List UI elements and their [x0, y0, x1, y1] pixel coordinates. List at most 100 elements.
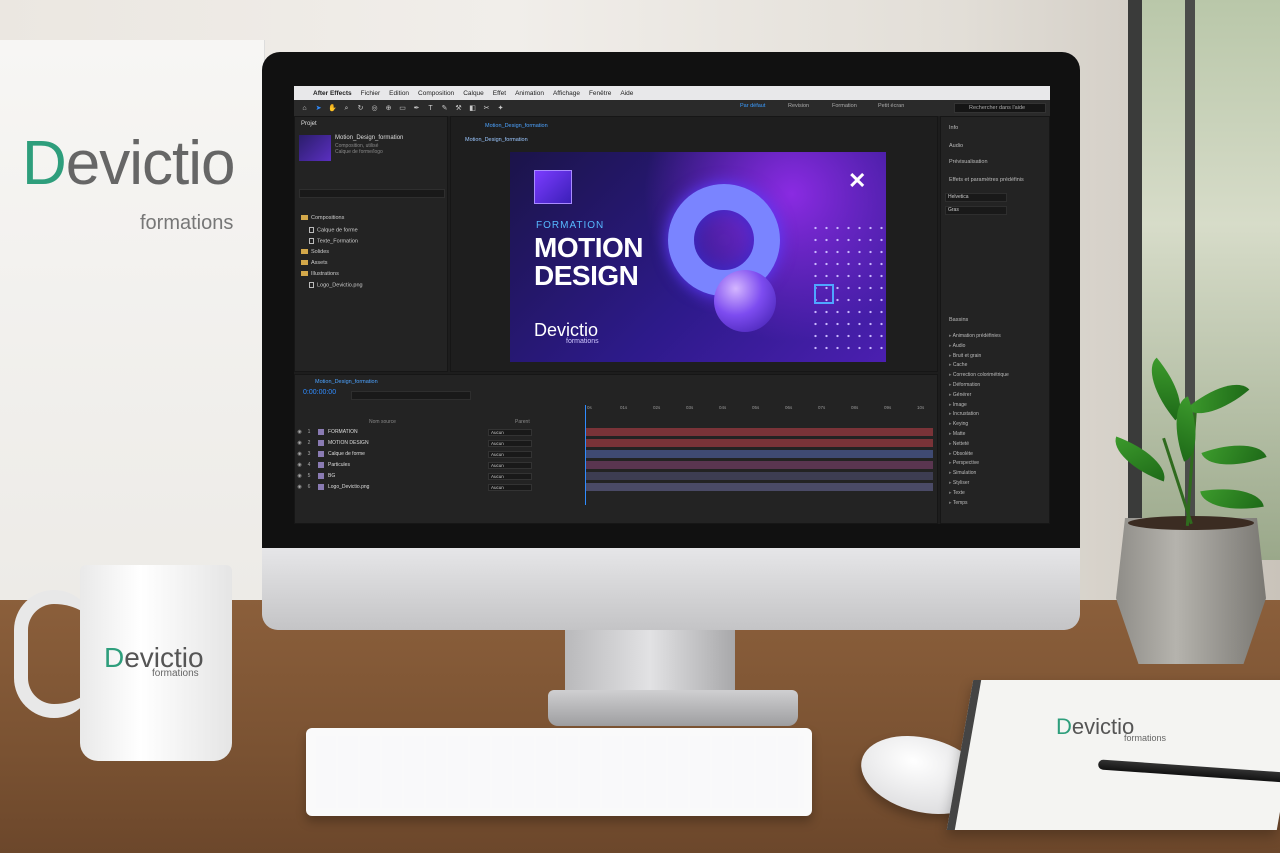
effect-category[interactable]: Netteté	[949, 441, 969, 447]
layer-name[interactable]: FORMATION	[328, 429, 408, 435]
workspace-small-screen[interactable]: Petit écran	[878, 103, 904, 109]
puppet-tool-icon[interactable]: ✦	[496, 104, 505, 113]
menu-item-aide[interactable]: Aide	[620, 90, 633, 97]
effect-category[interactable]: Déformation	[949, 382, 980, 388]
effect-category[interactable]: Cache	[949, 362, 967, 368]
playhead[interactable]	[585, 405, 586, 505]
parent-select[interactable]: Aucun	[488, 428, 532, 436]
text-tool-icon[interactable]: T	[426, 104, 435, 113]
effect-category[interactable]: Temps	[949, 500, 968, 506]
menu-item-edition[interactable]: Edition	[389, 90, 409, 97]
roto-tool-icon[interactable]: ✂	[482, 104, 491, 113]
layer-track-bar[interactable]	[585, 428, 933, 436]
layer-name[interactable]: Logo_Devictio.png	[328, 484, 408, 490]
layer-row[interactable]: ◉ 4 Particules Aucun	[295, 460, 581, 470]
brush-tool-icon[interactable]: ✎	[440, 104, 449, 113]
effect-category[interactable]: Image	[949, 402, 967, 408]
timeline-tab[interactable]: Motion_Design_formation	[315, 379, 378, 385]
camera-tool-icon[interactable]: ◎	[370, 104, 379, 113]
composition-tab[interactable]: Motion_Design_formation	[485, 123, 548, 129]
help-search-input[interactable]: Rechercher dans l'aide	[954, 103, 1046, 113]
layer-row[interactable]: ◉ 3 Calque de forme Aucun	[295, 449, 581, 459]
visibility-eye-icon[interactable]: ◉	[295, 451, 304, 457]
panel-preview[interactable]: Prévisualisation	[949, 159, 988, 165]
rotate-tool-icon[interactable]: ↻	[356, 104, 365, 113]
parent-select[interactable]: Aucun	[488, 483, 532, 491]
tree-item-assets[interactable]: Assets	[301, 260, 328, 266]
layer-color-label[interactable]	[318, 462, 324, 468]
effect-category[interactable]: Incrustation	[949, 411, 979, 417]
eraser-tool-icon[interactable]: ◧	[468, 104, 477, 113]
zoom-tool-icon[interactable]: ⌕	[342, 104, 351, 113]
effect-category[interactable]: Simulation	[949, 470, 976, 476]
stamp-tool-icon[interactable]: ⚒	[454, 104, 463, 113]
effect-category[interactable]: Keying	[949, 421, 968, 427]
font-style-select[interactable]: Gras	[945, 206, 1007, 215]
layer-color-label[interactable]	[318, 440, 324, 446]
layer-track-bar[interactable]	[585, 472, 933, 480]
menu-item-animation[interactable]: Animation	[515, 90, 544, 97]
project-search-input[interactable]	[299, 189, 445, 198]
visibility-eye-icon[interactable]: ◉	[295, 440, 304, 446]
tree-item-solides[interactable]: Solides	[301, 249, 329, 255]
effect-category[interactable]: Matte	[949, 431, 966, 437]
visibility-eye-icon[interactable]: ◉	[295, 429, 304, 435]
home-icon[interactable]: ⌂	[300, 104, 309, 113]
menu-item-fenetre[interactable]: Fenêtre	[589, 90, 611, 97]
effect-category[interactable]: Générer	[949, 392, 971, 398]
menu-item-fichier[interactable]: Fichier	[361, 90, 381, 97]
effect-category[interactable]: Correction colorimétrique	[949, 372, 1009, 378]
effect-category[interactable]: Bruit et grain	[949, 353, 981, 359]
layer-color-label[interactable]	[318, 473, 324, 479]
layer-name[interactable]: Calque de forme	[328, 451, 408, 457]
workspace-formation[interactable]: Formation	[832, 103, 857, 109]
parent-select[interactable]: Aucun	[488, 461, 532, 469]
parent-select[interactable]: Aucun	[488, 472, 532, 480]
timeline-search-input[interactable]	[351, 391, 471, 400]
panel-effects-presets[interactable]: Effets et paramètres prédéfinis	[949, 177, 1024, 183]
layer-color-label[interactable]	[318, 451, 324, 457]
layer-name[interactable]: BG	[328, 473, 408, 479]
layer-row[interactable]: ◉ 5 BG Aucun	[295, 471, 581, 481]
layer-track-bar[interactable]	[585, 439, 933, 447]
workspace-revision[interactable]: Revision	[788, 103, 809, 109]
layer-track-bar[interactable]	[585, 483, 933, 491]
effect-category[interactable]: Obsolète	[949, 451, 973, 457]
tree-item-logo[interactable]: Logo_Devictio.png	[309, 282, 363, 288]
tree-item-compositions[interactable]: Compositions	[301, 215, 344, 221]
effect-category[interactable]: Perspective	[949, 460, 979, 466]
effect-category[interactable]: Audio	[949, 343, 966, 349]
layer-row[interactable]: ◉ 1 FORMATION Aucun	[295, 427, 581, 437]
composition-viewer[interactable]: ✕ FORMATION MOTION DESIGN Devictio format…	[510, 152, 886, 362]
layer-color-label[interactable]	[318, 484, 324, 490]
layer-track-bar[interactable]	[585, 450, 933, 458]
visibility-eye-icon[interactable]: ◉	[295, 484, 304, 490]
layer-color-label[interactable]	[318, 429, 324, 435]
timecode[interactable]: 0:00:00:00	[303, 389, 336, 396]
menu-item-composition[interactable]: Composition	[418, 90, 454, 97]
panel-info[interactable]: Info	[949, 125, 958, 131]
panel-audio[interactable]: Audio	[949, 143, 963, 149]
menu-item-affichage[interactable]: Affichage	[553, 90, 580, 97]
hand-tool-icon[interactable]: ✋	[328, 104, 337, 113]
effect-category[interactable]: Styliser	[949, 480, 969, 486]
visibility-eye-icon[interactable]: ◉	[295, 462, 304, 468]
parent-select[interactable]: Aucun	[488, 439, 532, 447]
effect-category[interactable]: Animation prédéfinies	[949, 333, 1001, 339]
workspace-default[interactable]: Par défaut	[740, 103, 765, 109]
rectangle-tool-icon[interactable]: ▭	[398, 104, 407, 113]
layer-track-bar[interactable]	[585, 461, 933, 469]
selection-tool-icon[interactable]: ➤	[314, 104, 323, 113]
menu-app-name[interactable]: After Effects	[313, 90, 352, 97]
layer-row[interactable]: ◉ 6 Logo_Devictio.png Aucun	[295, 482, 581, 492]
effect-category[interactable]: Texte	[949, 490, 965, 496]
tree-item-texte[interactable]: Texte_Formation	[309, 238, 358, 244]
layer-name[interactable]: MOTION DESIGN	[328, 440, 408, 446]
pen-tool-icon[interactable]: ✒	[412, 104, 421, 113]
visibility-eye-icon[interactable]: ◉	[295, 473, 304, 479]
menu-item-calque[interactable]: Calque	[463, 90, 484, 97]
composition-subtab[interactable]: Motion_Design_formation	[465, 137, 528, 143]
layer-row[interactable]: ◉ 2 MOTION DESIGN Aucun	[295, 438, 581, 448]
font-family-select[interactable]: Helvetica	[945, 193, 1007, 202]
pan-behind-tool-icon[interactable]: ⊕	[384, 104, 393, 113]
